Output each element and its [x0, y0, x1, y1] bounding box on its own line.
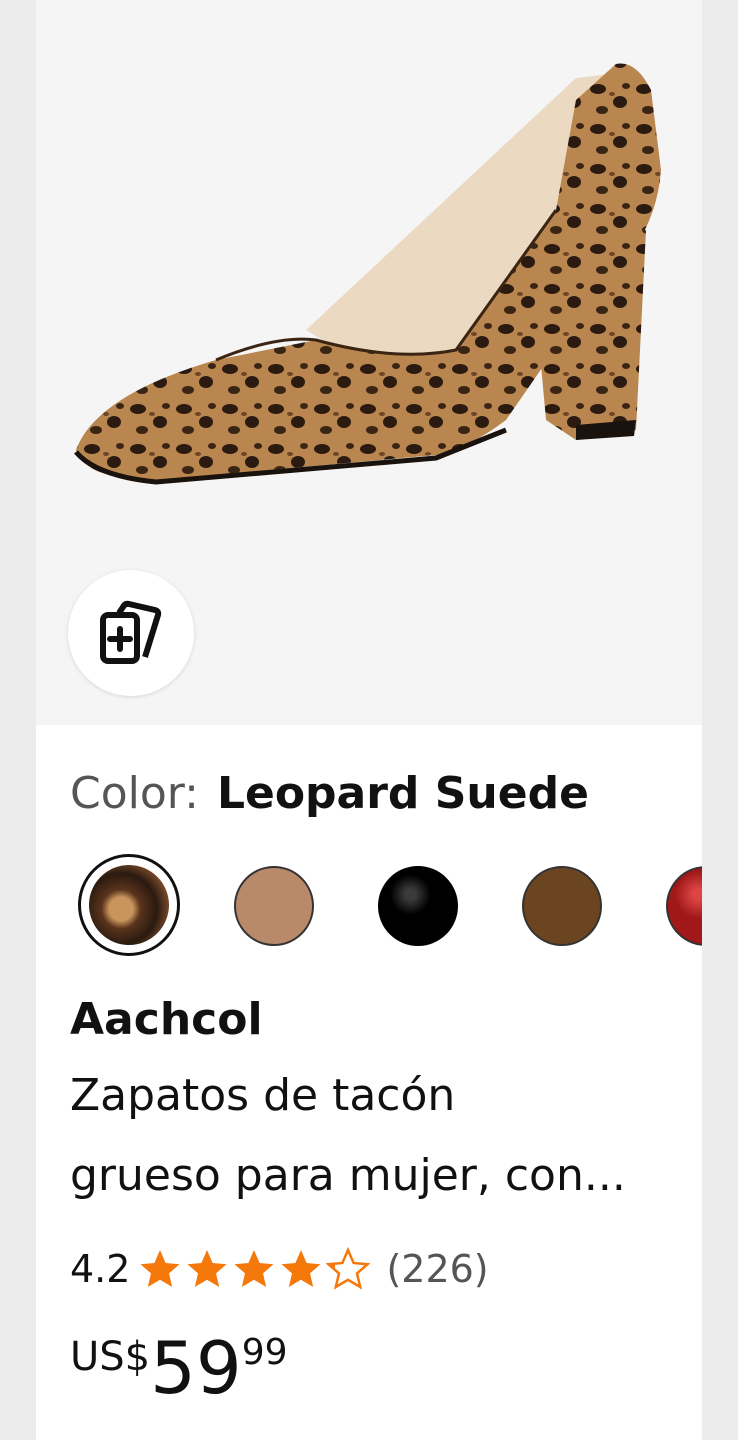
price-whole: 59 [150, 1326, 242, 1410]
star-icon [140, 1248, 370, 1289]
product-title-line-2[interactable]: grueso para mujer, con... [70, 1150, 626, 1201]
next-card-edge [738, 0, 745, 1440]
swatch-black[interactable] [378, 866, 458, 946]
color-selection-label: Color: Leopard Suede [70, 768, 589, 819]
card-compare-icon [100, 600, 162, 664]
color-swatches [36, 850, 702, 960]
product-card[interactable]: Color: Leopard Suede Aachcol Zapatos de t… [36, 0, 702, 1440]
product-title-line-1[interactable]: Zapatos de tacón [70, 1070, 455, 1121]
color-value: Leopard Suede [216, 768, 589, 819]
product-image[interactable] [36, 0, 702, 725]
star-rating [138, 1247, 374, 1291]
color-label: Color: [70, 768, 199, 819]
price-fraction: 99 [241, 1332, 288, 1373]
compare-button[interactable] [68, 570, 194, 696]
swatch-leopard-suede[interactable] [78, 854, 180, 956]
brand-name: Aachcol [70, 994, 263, 1045]
rating-value: 4.2 [70, 1247, 131, 1291]
price: US$5999 [70, 1326, 288, 1410]
swatch-red[interactable] [666, 866, 702, 946]
review-count: (226) [386, 1247, 489, 1291]
rating-row[interactable]: 4.2 (226) [70, 1244, 489, 1294]
swatch-tan[interactable] [234, 866, 314, 946]
swatch-brown[interactable] [522, 866, 602, 946]
price-currency: US$ [70, 1334, 151, 1380]
